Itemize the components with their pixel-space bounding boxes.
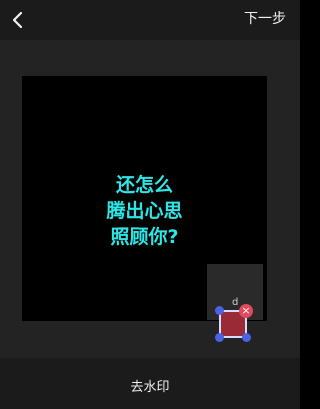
- resize-handle-top-left[interactable]: [215, 306, 224, 315]
- caption-line: 还怎么: [115, 174, 173, 196]
- preview-area: 还怎么 腾出心思 照顾你? d ×: [0, 40, 300, 358]
- caption-text: 还怎么 腾出心思 照顾你?: [22, 172, 267, 250]
- resize-handle-bottom-left[interactable]: [215, 333, 224, 342]
- chevron-left-icon: [12, 11, 23, 29]
- caption-line: 照顾你?: [110, 226, 179, 248]
- remove-watermark-button[interactable]: 去水印: [0, 378, 300, 398]
- bottom-bar: 去水印: [0, 358, 300, 409]
- watermark-selection-box[interactable]: ×: [215, 304, 253, 342]
- video-canvas: 还怎么 腾出心思 照顾你?: [22, 76, 267, 321]
- resize-handle-bottom-right[interactable]: [242, 333, 251, 342]
- close-icon[interactable]: ×: [239, 304, 253, 318]
- caption-line: 腾出心思: [106, 200, 183, 222]
- next-step-button[interactable]: 下一步: [244, 9, 286, 29]
- back-button[interactable]: [0, 0, 36, 40]
- watermark-logo: d: [232, 297, 239, 308]
- top-bar: 下一步: [0, 0, 300, 40]
